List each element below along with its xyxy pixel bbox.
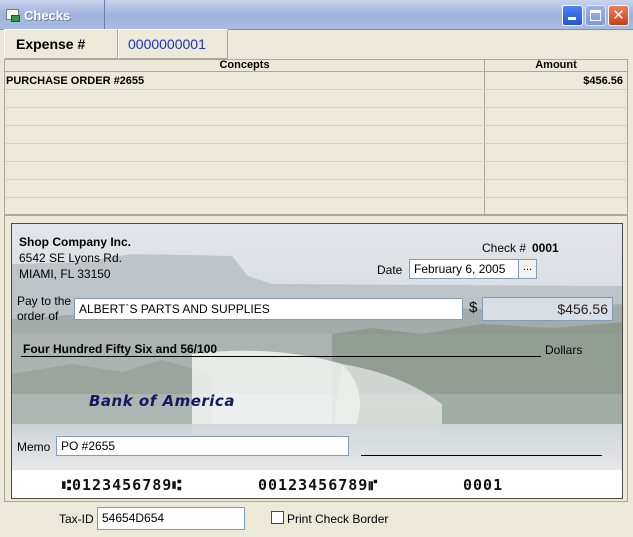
expense-label: Expense # (4, 29, 118, 59)
concept-cell[interactable] (5, 90, 485, 107)
column-header-amount[interactable]: Amount (485, 60, 627, 71)
grid-header: Concepts Amount (5, 60, 627, 72)
memo-label: Memo (17, 440, 51, 454)
close-icon: ✕ (612, 6, 625, 24)
close-button[interactable]: ✕ (608, 5, 629, 26)
payee-field[interactable]: ALBERT`S PARTS AND SUPPLIES (74, 298, 463, 320)
amount-words-line (21, 356, 541, 357)
concept-cell[interactable] (5, 126, 485, 143)
concepts-grid: Concepts Amount PURCHASE ORDER #2655 $456… (4, 59, 628, 216)
concept-cell[interactable] (5, 198, 485, 215)
amount-cell[interactable] (485, 90, 627, 107)
title-bar: Checks ✕ (0, 0, 633, 30)
amount-in-words: Four Hundred Fifty Six and 56/100 (23, 342, 218, 356)
amount-cell[interactable] (485, 162, 627, 179)
company-name: Shop Company Inc. (19, 235, 132, 249)
memo-field[interactable]: PO #2655 (56, 436, 349, 456)
amount-cell[interactable] (485, 144, 627, 161)
checkbook-app-icon (5, 7, 21, 23)
window-controls: ✕ (562, 5, 629, 26)
table-row[interactable] (5, 126, 627, 144)
signature-line (361, 455, 602, 456)
pay-to-label: Pay to the order of (17, 294, 72, 323)
minimize-icon (568, 17, 576, 20)
company-address-line2: MIAMI, FL 33150 (19, 267, 111, 281)
table-row[interactable] (5, 162, 627, 180)
print-check-border-label[interactable]: Print Check Border (287, 512, 388, 526)
print-check-border-checkbox[interactable] (271, 511, 284, 524)
concept-cell[interactable] (5, 162, 485, 179)
concept-cell[interactable]: PURCHASE ORDER #2655 (5, 72, 485, 89)
amount-cell[interactable]: $456.56 (485, 72, 627, 89)
tax-id-label: Tax-ID (59, 512, 94, 526)
concept-cell[interactable] (5, 144, 485, 161)
concept-cell[interactable] (5, 180, 485, 197)
date-field[interactable]: February 6, 2005 (409, 259, 519, 279)
concept-cell[interactable] (5, 108, 485, 125)
micr-routing-number: ⑆0123456789⑆ (62, 476, 183, 494)
bank-name: Bank of America (89, 392, 235, 410)
maximize-button[interactable] (585, 5, 606, 26)
amount-cell[interactable] (485, 126, 627, 143)
table-row[interactable] (5, 198, 627, 216)
expense-number: 0000000001 (118, 29, 228, 59)
tax-id-field[interactable]: 54654D654 (97, 507, 245, 530)
minimize-button[interactable] (562, 5, 583, 26)
table-row[interactable] (5, 108, 627, 126)
window-title: Checks (24, 7, 71, 23)
dollar-sign: $ (469, 299, 478, 316)
micr-line: ⑆0123456789⑆ 00123456789⑈ 0001 (12, 470, 622, 498)
grid-rows: PURCHASE ORDER #2655 $456.56 (5, 72, 627, 216)
table-row[interactable]: PURCHASE ORDER #2655 $456.56 (5, 72, 627, 90)
micr-account-number: 00123456789⑈ (258, 476, 379, 494)
micr-check-number: 0001 (463, 476, 504, 494)
expense-header: Expense # 0000000001 (4, 29, 228, 59)
table-row[interactable] (5, 90, 627, 108)
column-header-concepts[interactable]: Concepts (5, 60, 485, 71)
amount-field[interactable]: $456.56 (482, 297, 613, 321)
date-label: Date (377, 263, 403, 277)
amount-cell[interactable] (485, 198, 627, 215)
check-number: 0001 (532, 241, 559, 255)
amount-cell[interactable] (485, 180, 627, 197)
title-tab: Checks (0, 0, 105, 30)
check-number-label: Check # (482, 241, 527, 255)
company-address-line1: 6542 SE Lyons Rd. (19, 251, 122, 265)
dollars-label: Dollars (545, 343, 583, 357)
table-row[interactable] (5, 180, 627, 198)
check-face: Shop Company Inc. 6542 SE Lyons Rd. MIAM… (12, 224, 622, 498)
date-picker-button[interactable]: ... (518, 259, 537, 279)
check-panel: Shop Company Inc. 6542 SE Lyons Rd. MIAM… (4, 215, 628, 502)
amount-cell[interactable] (485, 108, 627, 125)
maximize-icon (590, 10, 601, 21)
check-preview: Shop Company Inc. 6542 SE Lyons Rd. MIAM… (11, 223, 623, 499)
table-row[interactable] (5, 144, 627, 162)
